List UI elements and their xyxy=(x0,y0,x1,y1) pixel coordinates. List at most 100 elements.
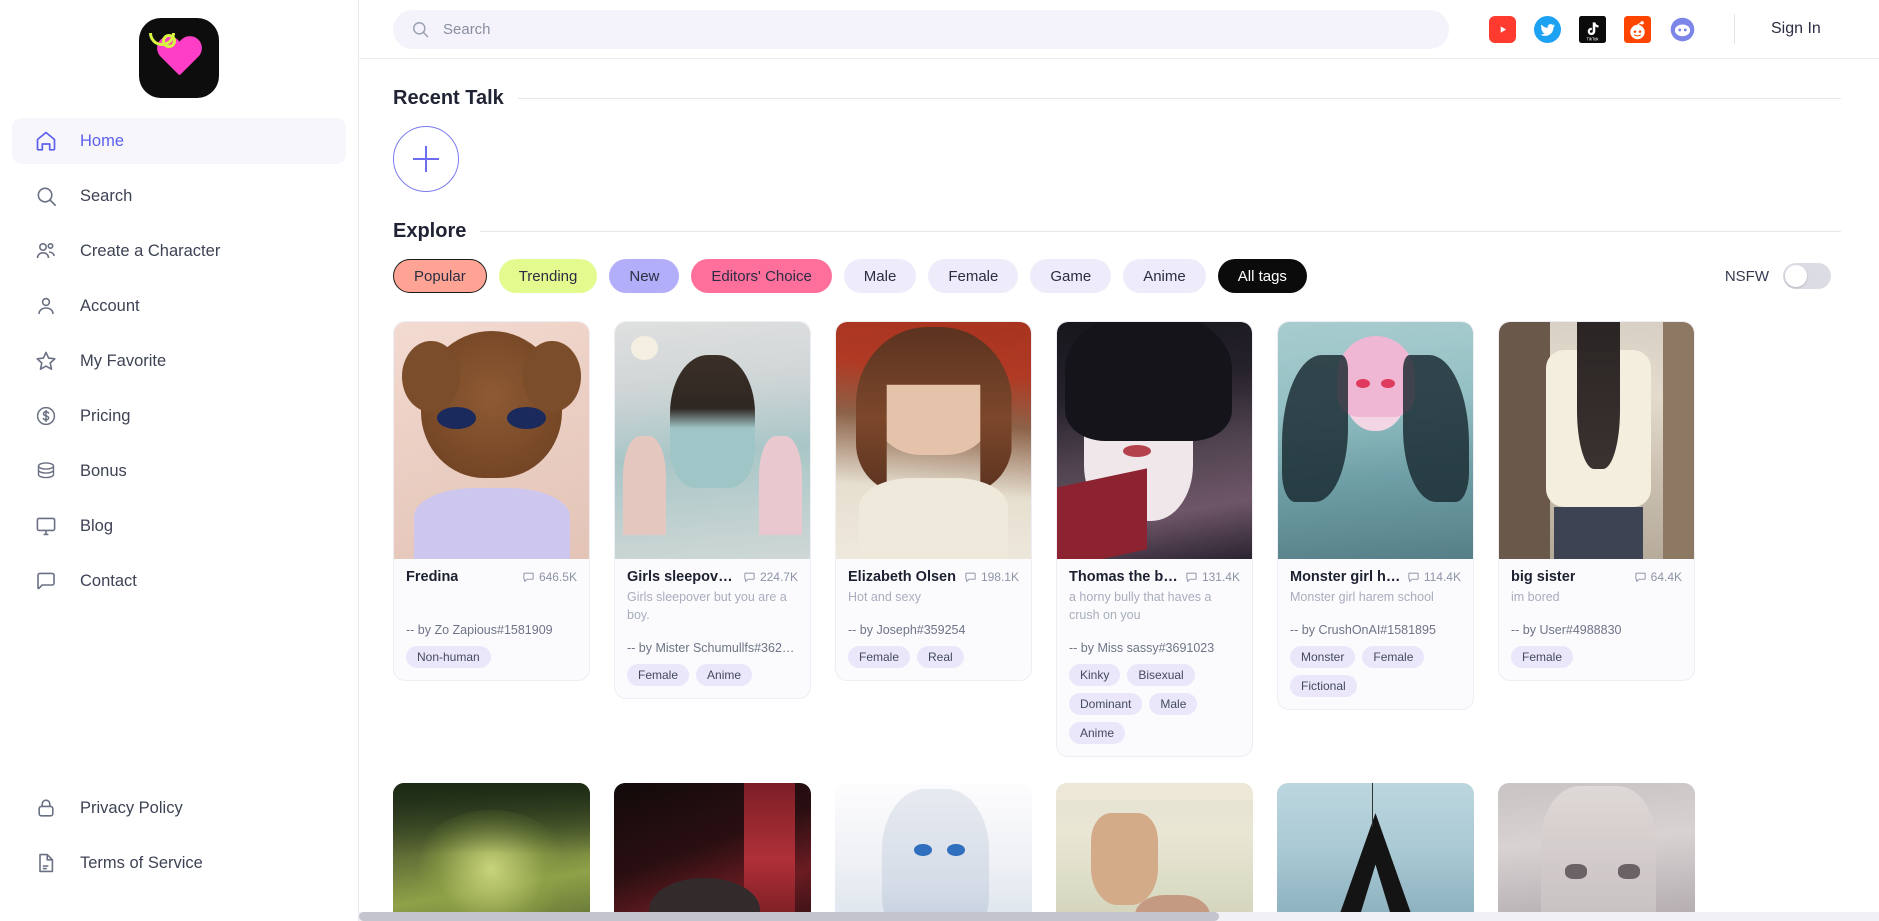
comment-icon xyxy=(522,571,535,584)
sidebar-item-create-a-character[interactable]: Create a Character xyxy=(12,228,346,274)
card-author: -- by User#4988830 xyxy=(1511,623,1622,637)
reddit-icon[interactable] xyxy=(1624,15,1651,43)
character-card[interactable]: big sister 64.4K im bored -- by User#498… xyxy=(1498,321,1695,681)
youtube-icon[interactable] xyxy=(1489,15,1516,43)
sidebar-item-bonus[interactable]: Bonus xyxy=(12,448,346,494)
card-thumbnail[interactable] xyxy=(1277,782,1474,921)
sidebar-item-search[interactable]: Search xyxy=(12,173,346,219)
explore-title: Explore xyxy=(393,220,467,242)
card-tag[interactable]: Female xyxy=(627,663,690,686)
sidebar-item-blog[interactable]: Blog xyxy=(12,503,346,549)
card-tag[interactable]: Real xyxy=(917,646,964,668)
card-tag[interactable]: Anime xyxy=(696,663,753,686)
nsfw-toggle[interactable] xyxy=(1783,263,1831,289)
character-card[interactable] xyxy=(1277,782,1474,921)
twitter-icon[interactable] xyxy=(1534,15,1561,43)
character-card[interactable]: Monster girl har... 114.4K Monster girl … xyxy=(1277,321,1474,710)
card-header: Monster girl har... 114.4K xyxy=(1290,569,1461,585)
card-tag[interactable]: Dominant xyxy=(1069,692,1143,715)
tiktok-icon[interactable]: TikTok xyxy=(1579,15,1606,43)
card-description: a horny bully that haves a crush on you xyxy=(1069,590,1212,622)
tag-pill-all-tags[interactable]: All tags xyxy=(1217,259,1307,293)
sidebar-item-my-favorite[interactable]: My Favorite xyxy=(12,338,346,384)
sidebar-item-contact[interactable]: Contact xyxy=(12,558,346,604)
card-thumbnail[interactable] xyxy=(1056,782,1253,921)
search-icon xyxy=(34,184,58,208)
tag-pill-female[interactable]: Female xyxy=(928,259,1019,293)
search-box[interactable] xyxy=(393,9,1449,49)
recent-talk-header: Recent Talk xyxy=(359,87,1879,110)
card-count-value: 114.4K xyxy=(1423,570,1461,584)
card-tag[interactable]: Female xyxy=(848,646,911,668)
logo[interactable] xyxy=(0,0,358,112)
card-chat-count: 646.5K xyxy=(522,570,577,584)
add-recent-talk-button[interactable] xyxy=(393,126,459,192)
card-thumbnail[interactable] xyxy=(614,782,811,921)
card-tag[interactable]: Male xyxy=(1149,692,1198,715)
sign-in-button[interactable]: Sign In xyxy=(1771,20,1835,38)
card-tag[interactable]: Bisexual xyxy=(1127,663,1195,686)
tag-pill-popular[interactable]: Popular xyxy=(393,259,487,293)
character-card[interactable]: Thomas the bully 131.4K a horny bully th… xyxy=(1056,321,1253,757)
card-chat-count: 114.4K xyxy=(1407,570,1461,584)
character-card[interactable] xyxy=(1056,782,1253,921)
card-thumbnail[interactable] xyxy=(835,782,1032,921)
card-thumbnail[interactable] xyxy=(1499,322,1694,559)
card-body: big sister 64.4K im bored -- by User#498… xyxy=(1499,559,1694,680)
scrollbar-thumb[interactable] xyxy=(359,912,1219,921)
divider-line xyxy=(480,231,1841,232)
card-title: Thomas the bully xyxy=(1069,569,1179,585)
card-tag[interactable]: Kinky xyxy=(1069,663,1121,686)
sidebar-item-privacy-policy[interactable]: Privacy Policy xyxy=(12,785,346,831)
character-card[interactable]: Fredina 646.5K -- by Zo Zapious#1581909 … xyxy=(393,321,590,681)
sidebar-item-pricing[interactable]: Pricing xyxy=(12,393,346,439)
card-body: Monster girl har... 114.4K Monster girl … xyxy=(1278,559,1473,709)
character-card[interactable] xyxy=(393,782,590,921)
tag-pill-trending[interactable]: Trending xyxy=(498,259,598,293)
heart-smile-logo-icon xyxy=(139,18,219,98)
card-author: -- by Miss sassy#3691023 xyxy=(1069,640,1215,655)
card-tag[interactable]: Monster xyxy=(1290,646,1356,668)
character-card[interactable]: Elizabeth Olsen 198.1K Hot and sexy -- b… xyxy=(835,321,1032,681)
sidebar-item-terms-of-service[interactable]: Terms of Service xyxy=(12,840,346,886)
card-thumbnail[interactable] xyxy=(394,322,589,559)
card-thumbnail[interactable] xyxy=(1498,782,1695,921)
card-thumbnail[interactable] xyxy=(393,782,590,921)
sidebar-item-account[interactable]: Account xyxy=(12,283,346,329)
card-author: -- by Mister Schumullfs#36217... xyxy=(627,640,798,655)
search-input[interactable] xyxy=(443,20,1431,38)
explore-tags-row: Popular Trending New Editors' Choice Male Fem… xyxy=(359,243,1879,293)
tag-pill-game[interactable]: Game xyxy=(1030,259,1112,293)
tag-pill-new[interactable]: New xyxy=(609,259,680,293)
topbar: TikTok Sign In xyxy=(359,0,1879,59)
smile-shape xyxy=(149,33,176,48)
card-thumbnail[interactable] xyxy=(1278,322,1473,559)
character-card[interactable] xyxy=(614,782,811,921)
card-thumbnail[interactable] xyxy=(615,322,810,559)
card-tag[interactable]: Fictional xyxy=(1290,675,1357,697)
card-thumbnail[interactable] xyxy=(1057,322,1252,559)
tag-pill-editors-choice[interactable]: Editors' Choice xyxy=(691,259,832,293)
character-card[interactable]: Girls sleepover ... 224.7K Girls sleepov… xyxy=(614,321,811,699)
card-description: Monster girl harem school xyxy=(1290,590,1434,604)
card-tag[interactable]: Anime xyxy=(1069,721,1126,744)
character-card[interactable] xyxy=(1498,782,1695,921)
card-tag-list: Female Real xyxy=(848,646,1019,668)
card-tag[interactable]: Female xyxy=(1362,646,1425,668)
tag-pill-anime[interactable]: Anime xyxy=(1123,259,1206,293)
sidebar-item-label: Terms of Service xyxy=(80,853,203,872)
card-body: Fredina 646.5K -- by Zo Zapious#1581909 … xyxy=(394,559,589,680)
sidebar-item-label: Home xyxy=(80,131,125,150)
tag-pill-male[interactable]: Male xyxy=(843,259,917,293)
comment-icon xyxy=(1634,571,1647,584)
dollar-coin-icon xyxy=(34,404,58,428)
card-tag[interactable]: Non-human xyxy=(406,646,491,668)
discord-icon[interactable] xyxy=(1669,16,1696,43)
card-count-value: 131.4K xyxy=(1201,570,1240,584)
character-card[interactable] xyxy=(835,782,1032,921)
card-tag[interactable]: Female xyxy=(1511,646,1574,668)
sidebar-item-home[interactable]: Home xyxy=(12,118,346,164)
sidebar-item-label: My Favorite xyxy=(80,351,167,370)
horizontal-scrollbar[interactable] xyxy=(359,912,1879,921)
card-thumbnail[interactable] xyxy=(836,322,1031,559)
